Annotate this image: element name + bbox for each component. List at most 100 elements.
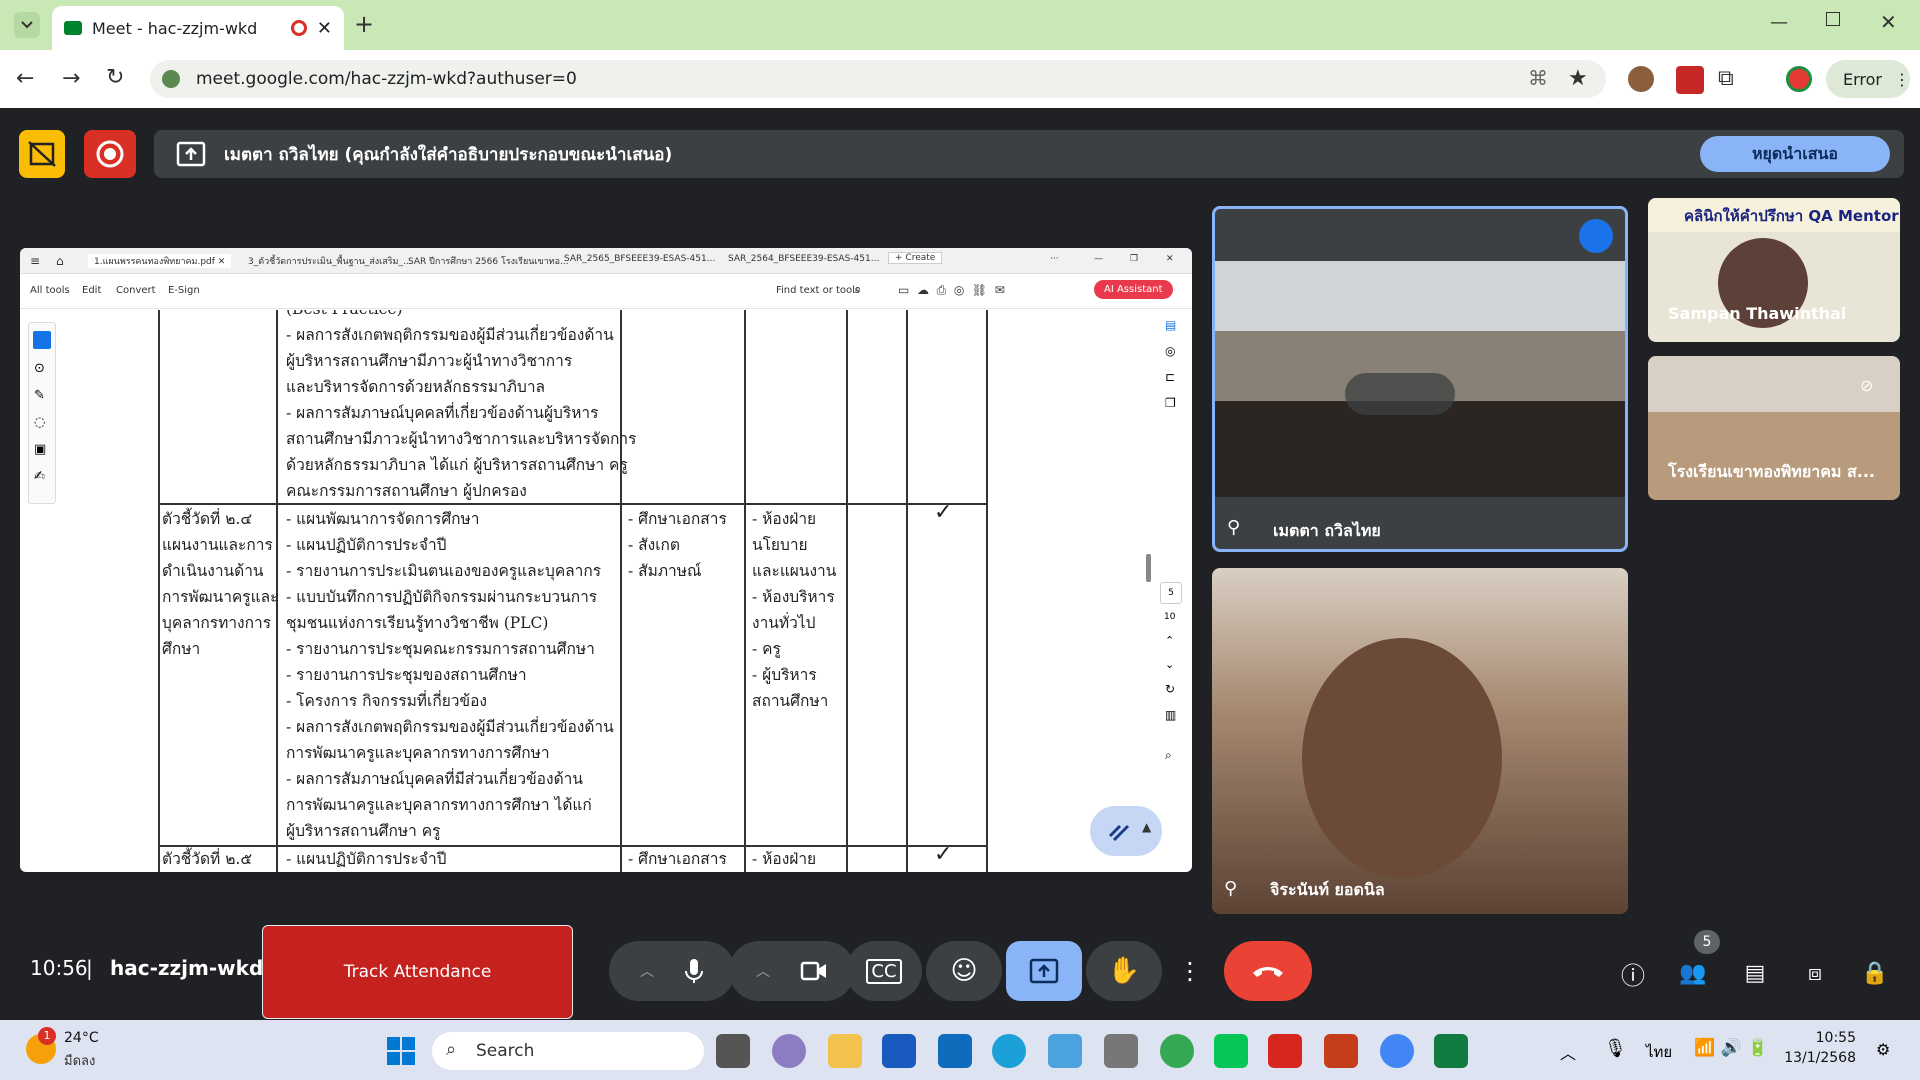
tile-hover-controls[interactable] xyxy=(1345,373,1455,415)
extension-on-icon[interactable] xyxy=(1676,66,1704,94)
pdf-restore-button[interactable]: ❐ xyxy=(1130,254,1138,264)
restore-button[interactable] xyxy=(1826,12,1840,26)
pen-icon[interactable]: ✎ xyxy=(34,388,50,403)
track-attendance-button[interactable]: Track Attendance xyxy=(262,925,573,1019)
copy-icon[interactable]: ❐ xyxy=(1165,396,1176,410)
bookmark-icon[interactable]: ⊏ xyxy=(1165,370,1175,384)
snipping-tool-icon[interactable] xyxy=(1048,1034,1082,1068)
close-icon[interactable]: ✕ xyxy=(317,18,332,39)
browser-tab-meet[interactable]: Meet - hac-zzjm-wkd ✕ xyxy=(52,6,344,50)
zoom-icon[interactable]: ⌕ xyxy=(1165,748,1172,763)
tray-icons[interactable]: 📶 🔊 🔋 xyxy=(1694,1038,1768,1058)
pdf-tab-5[interactable]: SAR_2564_BFSEEE39-ESAS-451... xyxy=(728,254,879,264)
activities-button[interactable]: ⧈ xyxy=(1798,956,1832,990)
chevron-up-icon[interactable]: ︿ xyxy=(1560,1040,1576,1064)
save-icon[interactable]: ▥ xyxy=(1165,708,1176,722)
participant-tile-presenter[interactable]: ⚲ เมตตา ถวิลไทย xyxy=(1212,206,1628,552)
menu-esign[interactable]: E-Sign xyxy=(168,285,200,296)
participant-tile-2[interactable]: ⚲ จิระนันท์ ยอดนิล xyxy=(1212,568,1628,914)
pdf-tab-2[interactable]: 3_ตัวชี้วัดการประเมิน_พื้นฐาน_ส่งเสริม_.… xyxy=(248,254,412,268)
participant-tile-3[interactable]: คลินิกให้คำปรึกษา QA Mentor Sampan Thawi… xyxy=(1648,198,1900,342)
record-button[interactable] xyxy=(84,130,136,178)
participant-tile-4[interactable]: ⊘ โรงเรียนเขาทองพิทยาคม ส... xyxy=(1648,356,1900,500)
leave-call-button[interactable] xyxy=(1224,941,1312,1001)
powerpoint-icon[interactable] xyxy=(1324,1034,1358,1068)
tab-list-button[interactable] xyxy=(14,12,40,38)
close-window-button[interactable]: ✕ xyxy=(1880,10,1897,34)
pdf-tab-3[interactable]: SAR ปีการศึกษา 2566 โรงเรียนเขาทอ... xyxy=(408,254,569,268)
chevron-down-icon[interactable]: ⌄ xyxy=(1165,658,1174,671)
chevron-up-icon[interactable]: ︿ xyxy=(756,961,770,981)
page-thumbs-icon[interactable]: ▤ xyxy=(1165,318,1176,332)
profile-avatar[interactable] xyxy=(1786,66,1812,92)
chat-button[interactable]: ▤ xyxy=(1738,956,1772,990)
search-icon[interactable]: ⌕ xyxy=(854,282,861,297)
pdf-minimize-button[interactable]: — xyxy=(1094,254,1103,264)
lasso-icon[interactable]: ◌ xyxy=(34,415,50,430)
ai-quick-button[interactable]: ▲ xyxy=(1090,806,1162,856)
menu-convert[interactable]: Convert xyxy=(116,285,156,296)
excel-icon[interactable] xyxy=(1434,1034,1468,1068)
notification-icon[interactable]: ⚙ xyxy=(1876,1040,1890,1059)
stamp-icon[interactable]: ✍ xyxy=(34,469,50,484)
windows-start-icon[interactable] xyxy=(386,1036,416,1066)
line-icon[interactable] xyxy=(1214,1034,1248,1068)
taskview-icon[interactable] xyxy=(716,1034,750,1068)
error-button[interactable]: Error ⋮ xyxy=(1826,60,1910,98)
captions-button[interactable]: CC xyxy=(846,941,922,1001)
textbox-icon[interactable]: ▣ xyxy=(34,442,50,457)
page-number[interactable]: 5 xyxy=(1160,582,1182,604)
file-explorer-icon[interactable] xyxy=(828,1034,862,1068)
taskbar-search[interactable]: ⌕ Search xyxy=(432,1032,704,1070)
hamburger-icon[interactable]: ≡ xyxy=(30,254,40,268)
input-language[interactable]: ไทย xyxy=(1646,1040,1672,1064)
host-controls-button[interactable]: 🔒 xyxy=(1858,956,1892,990)
tool-icon-row[interactable]: ▭ ☁ ⎙ ◎ ⛓ ✉ xyxy=(898,283,1005,298)
people-button[interactable]: 👥 xyxy=(1676,956,1710,990)
comment-icon[interactable]: ⊙ xyxy=(34,361,50,376)
reload-icon[interactable]: ↻ xyxy=(106,65,124,90)
forward-button[interactable]: → xyxy=(62,66,80,91)
menu-all-tools[interactable]: All tools xyxy=(30,285,70,296)
pdf-close-button[interactable]: ✕ xyxy=(1166,254,1174,264)
chrome-icon[interactable] xyxy=(1160,1034,1194,1068)
annotation-toggle-button[interactable] xyxy=(19,130,65,178)
scrollbar-thumb[interactable] xyxy=(1146,554,1151,582)
chrome-profile-icon[interactable] xyxy=(1380,1034,1414,1068)
mic-button[interactable]: ︿ xyxy=(609,941,735,1001)
mic-tray-icon[interactable]: 🎙 xyxy=(1604,1038,1627,1059)
chevron-up-icon[interactable]: ⌃ xyxy=(1165,634,1174,647)
extension-owl-icon[interactable] xyxy=(1628,66,1654,92)
select-tool-icon[interactable] xyxy=(33,331,51,349)
camera-button[interactable]: ︿ xyxy=(729,941,855,1001)
back-button[interactable]: ← xyxy=(16,66,34,91)
word-icon[interactable] xyxy=(882,1034,916,1068)
present-button[interactable] xyxy=(1006,941,1082,1001)
minimize-button[interactable]: — xyxy=(1770,12,1788,33)
home-icon[interactable]: ⌂ xyxy=(56,254,64,268)
extensions-puzzle-icon[interactable]: ⧉ xyxy=(1718,66,1734,91)
settings-gear-icon[interactable] xyxy=(1104,1034,1138,1068)
menu-edit[interactable]: Edit xyxy=(82,285,101,296)
create-tab-button[interactable]: + Create xyxy=(888,252,943,264)
pdf-tab-4[interactable]: SAR_2565_BFSEEE39-ESAS-451... xyxy=(564,254,715,264)
reactions-button[interactable]: ☺ xyxy=(926,941,1002,1001)
chevron-up-icon[interactable]: ︿ xyxy=(640,961,654,981)
edge-icon[interactable] xyxy=(992,1034,1026,1068)
more-options-button[interactable]: ⋮ xyxy=(1166,941,1214,1001)
more-icon[interactable]: ··· xyxy=(1050,254,1059,264)
ai-assistant-button[interactable]: AI Assistant xyxy=(1094,280,1173,299)
pdf-tab-1[interactable]: 1.แผนพรรคนทองพิทยาคม.pdf ✕ xyxy=(88,254,232,268)
pin-icon[interactable]: ⚲ xyxy=(1227,517,1240,538)
stop-presenting-button[interactable]: หยุดนำเสนอ xyxy=(1700,136,1890,172)
raise-hand-button[interactable]: ✋ xyxy=(1086,941,1162,1001)
pin-icon[interactable]: ⚲ xyxy=(1224,878,1237,899)
outlook-icon[interactable] xyxy=(938,1034,972,1068)
find-tools[interactable]: Find text or tools xyxy=(776,285,860,296)
acrobat-icon[interactable] xyxy=(1268,1034,1302,1068)
new-tab-button[interactable]: + xyxy=(354,10,374,38)
site-info-icon[interactable] xyxy=(162,70,180,88)
meeting-info-button[interactable]: ⓘ xyxy=(1616,956,1650,990)
url-bar[interactable]: meet.google.com/hac-zzjm-wkd?authuser=0 … xyxy=(150,60,1606,98)
translate-icon[interactable]: ⌘ xyxy=(1528,66,1548,90)
